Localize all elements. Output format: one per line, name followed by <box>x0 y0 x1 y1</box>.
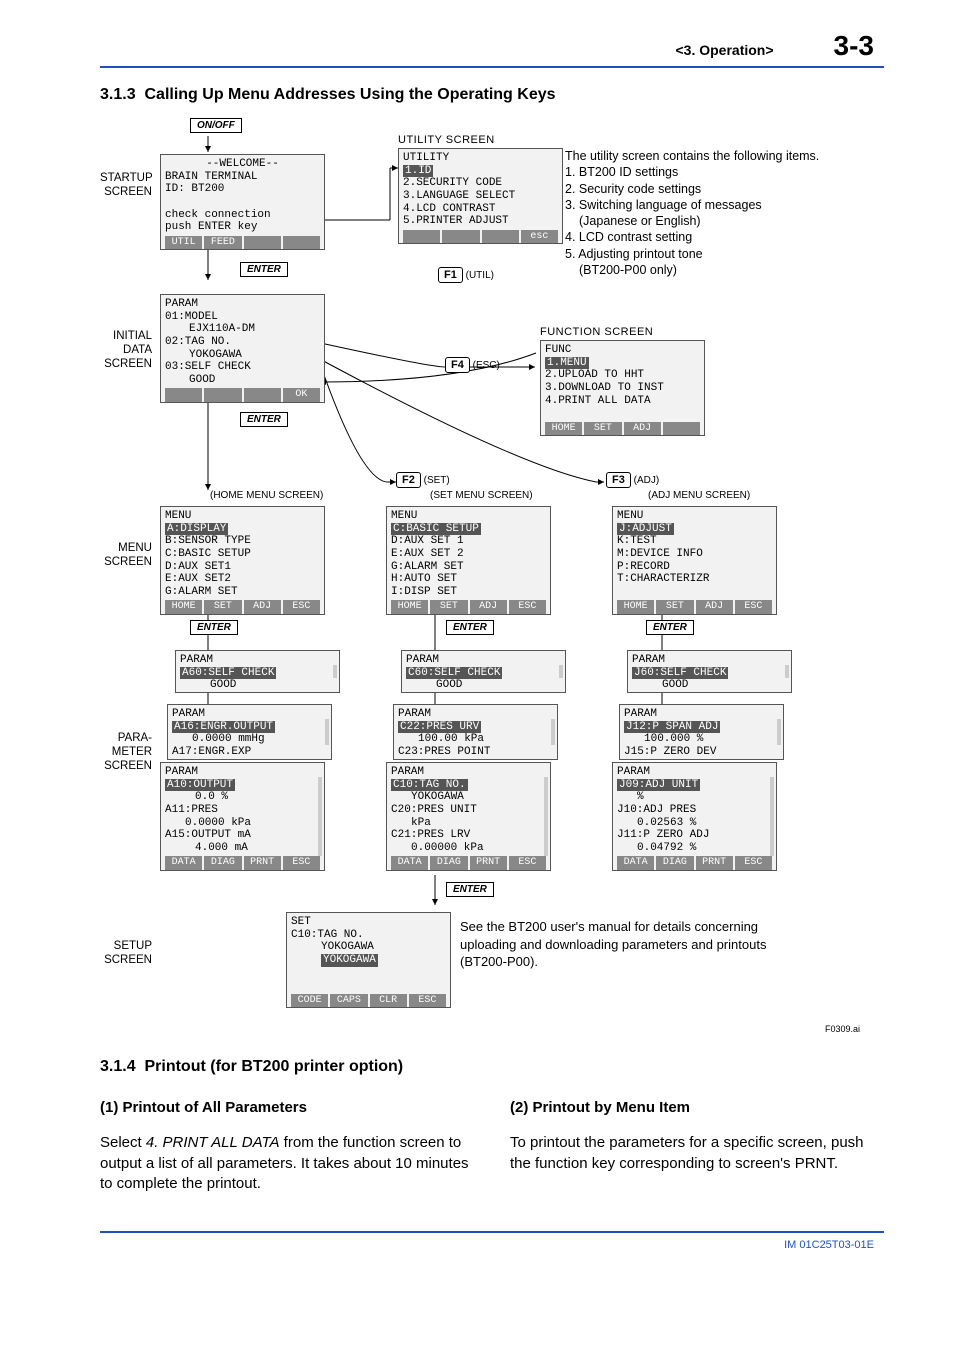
adj-menu-title: (ADJ MENU SCREEN) <box>648 490 750 501</box>
enter-2: ENTER <box>240 412 288 427</box>
enter-h: ENTER <box>190 620 238 635</box>
setup-screen: SET C10:TAG NO. YOKOGAWA YOKOGAWA CODECA… <box>286 912 451 1008</box>
utility-desc: The utility screen contains the followin… <box>565 148 825 278</box>
utility-screen: UTILITY 1.ID 2.SECURITY CODE 3.LANGUAGE … <box>398 148 563 244</box>
param-a60: PARAM A60:SELF CHECK GOOD <box>175 650 340 693</box>
param-c60: PARAM C60:SELF CHECK GOOD <box>401 650 566 693</box>
startup-screen: --WELCOME-- BRAIN TERMINAL ID: BT200 che… <box>160 154 325 250</box>
p1-body: Select 4. PRINT ALL DATA from the functi… <box>100 1133 474 1194</box>
p2-heading: (2) Printout by Menu Item <box>510 1098 884 1118</box>
param-a16: PARAM A16:ENGR.OUTPUT 0.0000 mmHg A17:EN… <box>167 704 332 760</box>
param-a10: PARAM A10:OUTPUT 0.0 % A11:PRES 0.0000 k… <box>160 762 325 871</box>
set-menu-title: (SET MENU SCREEN) <box>430 490 533 501</box>
param-j09: PARAM J09:ADJ UNIT % J10:ADJ PRES 0.0256… <box>612 762 777 871</box>
f2-label: (SET) <box>424 475 450 486</box>
key-f4: F4 <box>445 357 470 373</box>
bt200-note: See the BT200 user's manual for details … <box>460 918 810 971</box>
function-title: FUNCTION SCREEN <box>540 326 653 338</box>
initial-data-screen: PARAM 01:MODEL EJX110A-DM 02:TAG NO. YOK… <box>160 294 325 403</box>
side-label-setup: SETUP SCREEN <box>100 940 152 968</box>
page-number: 3-3 <box>834 30 874 62</box>
enter-1: ENTER <box>240 262 288 277</box>
enter-a: ENTER <box>646 620 694 635</box>
f1-label: (UTIL) <box>466 270 494 281</box>
param-j60: PARAM J60:SELF CHECK GOOD <box>627 650 792 693</box>
side-label-menu: MENU SCREEN <box>100 542 152 570</box>
header-rule <box>100 66 884 68</box>
home-menu-title: (HOME MENU SCREEN) <box>210 490 323 501</box>
set-menu-screen: MENU C:BASIC SETUP D:AUX SET 1 E:AUX SET… <box>386 506 551 615</box>
operation-diagram: ON/OFF STARTUP SCREEN INITIAL DATA SCREE… <box>100 112 860 1052</box>
param-c22: PARAM C22:PRES URV 100.00 kPa C23:PRES P… <box>393 704 558 760</box>
onoff-button-label: ON/OFF <box>190 118 242 133</box>
sec-314-heading: 3.1.4 Printout (for BT200 printer option… <box>100 1058 884 1076</box>
adj-menu-screen: MENU J:ADJUST K:TEST M:DEVICE INFO P:REC… <box>612 506 777 615</box>
param-c10: PARAM C10:TAG NO. YOKOGAWA C20:PRES UNIT… <box>386 762 551 871</box>
param-j12: PARAM J12:P SPAN ADJ 100.000 % J15:P ZER… <box>619 704 784 760</box>
key-f3: F3 <box>606 472 631 488</box>
chapter-header: <3. Operation> <box>675 42 773 58</box>
home-menu-screen: MENU A:DISPLAY B:SENSOR TYPE C:BASIC SET… <box>160 506 325 615</box>
side-label-initial: INITIAL DATA SCREEN <box>100 330 152 371</box>
p2-body: To printout the parameters for a specifi… <box>510 1133 884 1174</box>
figure-ref: F0309.ai <box>825 1024 860 1034</box>
function-screen: FUNC 1.MENU 2.UPLOAD TO HHT 3.DOWNLOAD T… <box>540 340 705 436</box>
utility-title: UTILITY SCREEN <box>398 134 495 146</box>
side-label-startup: STARTUP SCREEN <box>100 172 152 200</box>
key-f1: F1 <box>438 267 463 283</box>
p1-heading: (1) Printout of All Parameters <box>100 1098 474 1118</box>
f4-label: (ESC) <box>473 360 500 371</box>
footer-docid: IM 01C25T03-01E <box>100 1233 884 1251</box>
key-f2: F2 <box>396 472 421 488</box>
side-label-para: PARA- METER SCREEN <box>100 732 152 773</box>
sec-313-heading: 3.1.3 Calling Up Menu Addresses Using th… <box>100 86 884 104</box>
enter-s: ENTER <box>446 620 494 635</box>
enter-setup: ENTER <box>446 882 494 897</box>
f3-label: (ADJ) <box>634 475 660 486</box>
